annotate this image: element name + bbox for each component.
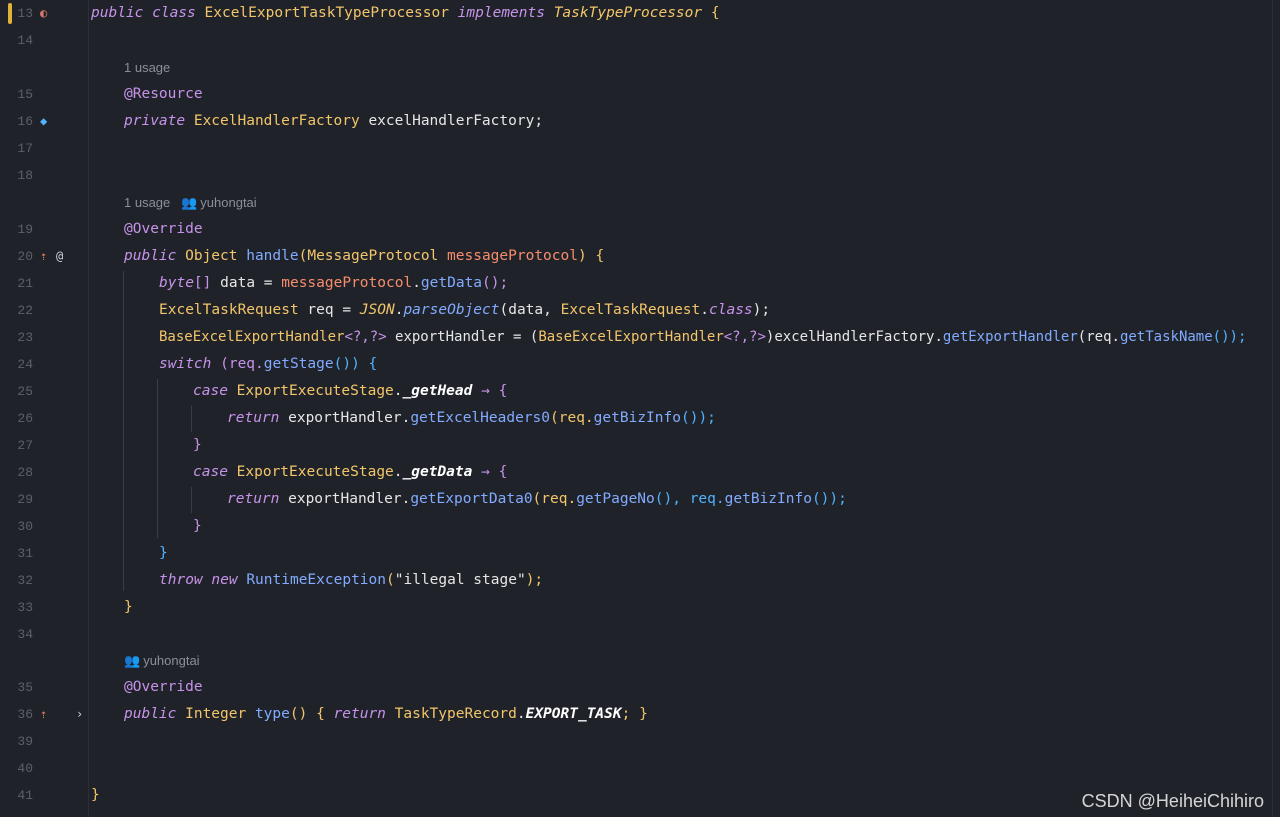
code-text[interactable]: }	[91, 782, 100, 809]
usage-hint[interactable]: 1 usage	[124, 54, 170, 81]
code-line[interactable]: 17	[0, 135, 1272, 162]
annotation-icon[interactable]: @	[56, 243, 63, 270]
code-text[interactable]: private ExcelHandlerFactory excelHandler…	[124, 108, 543, 135]
code-line[interactable]: 26 return exportHandler.getExcelHeaders0…	[0, 405, 1272, 432]
injection-icon[interactable]: ◆	[40, 108, 47, 135]
code-editor[interactable]: 13 ◐ public class ExcelExportTaskTypePro…	[0, 0, 1280, 817]
editor-right-divider	[1272, 0, 1273, 817]
code-text[interactable]: }	[124, 594, 133, 621]
bean-icon[interactable]: ◐	[40, 0, 47, 27]
line-number: 31	[17, 546, 33, 561]
code-line[interactable]: 39	[0, 728, 1272, 755]
code-line[interactable]: 19 @Override	[0, 216, 1272, 243]
code-text[interactable]: throw new RuntimeException("illegal stag…	[159, 567, 543, 594]
code-line[interactable]: 16 ◆ private ExcelHandlerFactory excelHa…	[0, 108, 1272, 135]
code-line[interactable]: 32 throw new RuntimeException("illegal s…	[0, 567, 1272, 594]
user-icon: 👥	[181, 195, 198, 210]
code-line[interactable]: 13 ◐ public class ExcelExportTaskTypePro…	[0, 0, 1272, 27]
line-number: 19	[17, 222, 33, 237]
line-number: 18	[17, 168, 33, 183]
line-number: 26	[17, 411, 33, 426]
code-text[interactable]: }	[193, 513, 202, 540]
code-line[interactable]: 22 ExcelTaskRequest req = JSON.parseObje…	[0, 297, 1272, 324]
line-number: 25	[17, 384, 33, 399]
code-line[interactable]: 34	[0, 621, 1272, 648]
line-number: 28	[17, 465, 33, 480]
code-line[interactable]: 25 case ExportExecuteStage._getHead → {	[0, 378, 1272, 405]
usage-author-hint[interactable]: 1 usage 👥 yuhongtai	[124, 189, 257, 216]
line-number: 30	[17, 519, 33, 534]
code-text[interactable]: }	[193, 432, 202, 459]
code-text[interactable]: public Integer type() { return TaskTypeR…	[124, 701, 648, 728]
code-line[interactable]: 33 }	[0, 594, 1272, 621]
line-number: 21	[17, 276, 33, 291]
fold-chevron-icon[interactable]: ›	[76, 701, 83, 728]
line-number: 34	[17, 627, 33, 642]
code-line[interactable]: 14	[0, 27, 1272, 54]
line-number: 27	[17, 438, 33, 453]
line-number: 14	[17, 33, 33, 48]
code-line[interactable]: 15 @Resource	[0, 81, 1272, 108]
code-line[interactable]: 31 }	[0, 540, 1272, 567]
code-line[interactable]: 29 return exportHandler.getExportData0(r…	[0, 486, 1272, 513]
line-number: 13	[17, 6, 33, 21]
code-text[interactable]: public Object handle(MessageProtocol mes…	[124, 243, 604, 270]
user-icon: 👥	[124, 653, 141, 668]
code-line[interactable]: 21 byte[] data = messageProtocol.getData…	[0, 270, 1272, 297]
line-number: 16	[17, 114, 33, 129]
line-number: 20	[17, 249, 33, 264]
line-number: 32	[17, 573, 33, 588]
code-line[interactable]: 28 case ExportExecuteStage._getData → {	[0, 459, 1272, 486]
code-text[interactable]: @Override	[124, 674, 203, 701]
line-number: 33	[17, 600, 33, 615]
watermark: CSDN @HeiheiChihiro	[1081, 791, 1264, 811]
code-text[interactable]: byte[] data = messageProtocol.getData();	[159, 270, 508, 297]
code-text[interactable]: ExcelTaskRequest req = JSON.parseObject(…	[159, 297, 770, 324]
line-number: 39	[17, 734, 33, 749]
line-number: 23	[17, 330, 33, 345]
code-text[interactable]: public class ExcelExportTaskTypeProcesso…	[91, 0, 720, 27]
code-line[interactable]: 23 BaseExcelExportHandler<?,?> exportHan…	[0, 324, 1272, 351]
code-text[interactable]: @Override	[124, 216, 203, 243]
code-line[interactable]: 27 }	[0, 432, 1272, 459]
line-number: 41	[17, 788, 33, 803]
code-text[interactable]: switch (req.getStage()) {	[159, 351, 377, 378]
code-text[interactable]: return exportHandler.getExcelHeaders0(re…	[227, 405, 716, 432]
line-number: 15	[17, 87, 33, 102]
line-number: 29	[17, 492, 33, 507]
implements-icon[interactable]: ⇡	[40, 243, 47, 270]
code-line[interactable]: 40	[0, 755, 1272, 782]
code-text[interactable]: case ExportExecuteStage._getData → {	[193, 459, 507, 486]
code-text[interactable]: @Resource	[124, 81, 203, 108]
line-number: 35	[17, 680, 33, 695]
code-line[interactable]: 30 }	[0, 513, 1272, 540]
code-text[interactable]: BaseExcelExportHandler<?,?> exportHandle…	[159, 324, 1246, 351]
code-text[interactable]: return exportHandler.getExportData0(req.…	[227, 486, 847, 513]
code-line[interactable]: 20 ⇡ @ public Object handle(MessageProto…	[0, 243, 1272, 270]
code-line[interactable]: 18	[0, 162, 1272, 189]
line-number: 24	[17, 357, 33, 372]
code-text[interactable]: case ExportExecuteStage._getHead → {	[193, 378, 507, 405]
code-line[interactable]: 36 ⇡ › public Integer type() { return Ta…	[0, 701, 1272, 728]
code-line[interactable]: 35 @Override	[0, 674, 1272, 701]
line-number: 17	[17, 141, 33, 156]
line-number: 40	[17, 761, 33, 776]
author-hint[interactable]: 👥 yuhongtai	[124, 647, 200, 674]
code-text[interactable]: }	[159, 540, 168, 567]
implements-icon[interactable]: ⇡	[40, 701, 47, 728]
line-number: 22	[17, 303, 33, 318]
code-line[interactable]: 24 switch (req.getStage()) {	[0, 351, 1272, 378]
line-number: 36	[17, 707, 33, 722]
